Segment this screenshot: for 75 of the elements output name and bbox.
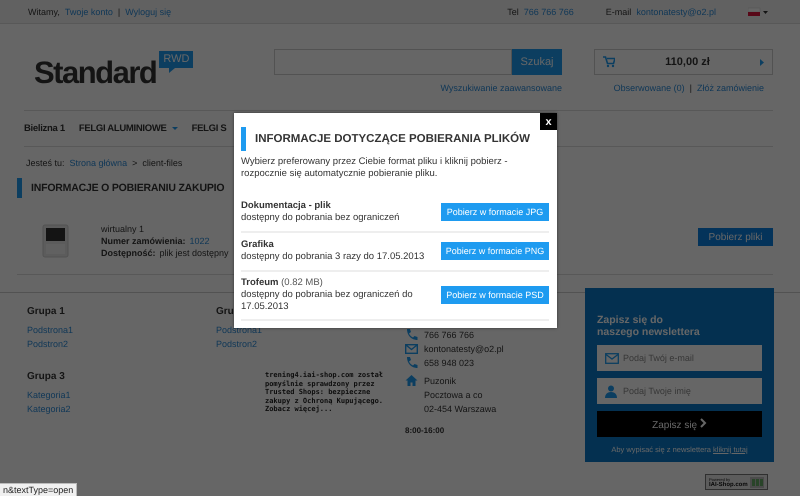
phone-label: Tel [507,6,519,16]
file-name: Trofeum [241,277,278,288]
close-button[interactable]: x [540,113,557,130]
footer-link[interactable]: Kategoria1 [27,388,71,402]
house-icon [405,374,418,387]
opening-hours: 8:00-16:00 [405,426,446,435]
order-number-link[interactable]: 1022 [190,235,210,247]
separator-text: | [690,83,692,93]
speech-tail-icon [169,68,176,73]
breadcrumb-label: Jesteś tu: [26,158,65,168]
modal-description: Wybierz preferowany przez Ciebie format pliku i kliknij pobierz - rozpocznie się automatycznie pobieranie pliku. [241,156,509,180]
order-label: Numer zamówienia: [101,235,186,247]
logo-text: Standard [34,55,156,91]
logo-icon [750,476,764,488]
advanced-search-link[interactable]: Wyszukiwanie zaawansowane [440,83,562,93]
email-label: E-mail [606,6,632,16]
cart-total: 110,00 zł [664,56,711,68]
file-availability: dostępny do pobrania bez ograniczeń [241,212,400,224]
contact-text: kontonatesty@o2.pl [424,343,504,356]
phone-icon [405,328,418,341]
availability-label: Dostępność: [101,247,156,259]
footer-link[interactable]: Kategoria2 [27,402,71,416]
device-icon [42,224,69,258]
account-link[interactable]: Wyloguj się [125,6,172,16]
nav-item[interactable]: FELGI S [192,123,226,134]
breadcrumb-current: client-files [142,158,182,168]
search-field[interactable] [274,49,512,75]
status-bar: n&textType=open [0,483,78,496]
download-button[interactable]: Pobierz w formacie JPG [441,203,549,221]
file-name: Dokumentacja - plik [241,200,331,211]
product-name: wirtualny 1 [101,223,146,235]
header-link[interactable]: Złóż zamówienie [696,83,764,93]
cart-icon [603,56,615,68]
download-files-button[interactable]: Pobierz pliki [698,228,773,246]
email-link[interactable]: kontonatesty@o2.pl [636,6,716,16]
caret-icon [172,127,178,130]
file-availability: dostępny do pobrania bez ograniczeń do 17.05.2013 [241,289,414,313]
contact-text: 658 948 023 [424,357,474,370]
group-heading: Grupa 1 [27,306,65,317]
footer-link[interactable]: Podstrona1 [216,323,262,337]
group-heading: Gru [216,306,234,317]
nav-item[interactable]: FELGI ALUMINIOWE [78,123,178,134]
download-button[interactable]: Pobierz w formacie PSD [441,286,549,304]
greeting-text: Witamy, [28,6,60,16]
download-button[interactable]: Pobierz w formacie PNG [441,242,549,260]
user-icon [605,385,617,398]
account-link[interactable]: Twoje konto [64,6,113,16]
footer-link[interactable]: Podstron2 [27,337,68,351]
newsletter-title: Zapisz się do naszego newslettera [597,314,701,338]
footer-link[interactable]: Podstrona1 [27,323,74,337]
footer-link[interactable]: Podstron2 [216,337,258,351]
file-availability: dostępny do pobrania 3 razy do 17.05.2013 [241,251,426,263]
availability-text: plik jest dostępny [160,247,229,259]
group-heading: Grupa 3 [27,371,65,382]
header-link[interactable]: Obserwowane (0) [614,83,685,93]
arrow-right-icon [760,58,764,66]
nav-item[interactable]: Bielizna 1 [24,123,65,134]
cart-box[interactable]: 110,00 zł [594,49,773,75]
modal-title: INFORMACJE DOTYCZĄCE POBIERANIA PLIKÓW [241,127,549,151]
breadcrumb-link[interactable]: Strona główna [70,158,128,168]
contact-text: 766 766 766 [424,329,474,342]
logo-badge: RWD [159,51,194,68]
flag-icon [748,6,768,16]
breadcrumb-separator: > [132,158,138,168]
phone-link[interactable]: 766 766 766 [524,6,574,16]
file-name: Grafika [241,239,274,250]
subscribe-button[interactable]: Zapisz się [597,411,762,437]
envelope-icon [605,352,619,365]
phone-icon [405,356,418,369]
envelope-icon [405,342,418,355]
file-size: (0.82 MB) [281,277,323,288]
address-text: Puzonik Pocztowa a co 02-454 Warszawa [424,375,496,416]
chevron-right-icon [700,418,707,428]
separator-text: | [118,6,120,16]
search-button[interactable]: Szukaj [512,49,562,75]
